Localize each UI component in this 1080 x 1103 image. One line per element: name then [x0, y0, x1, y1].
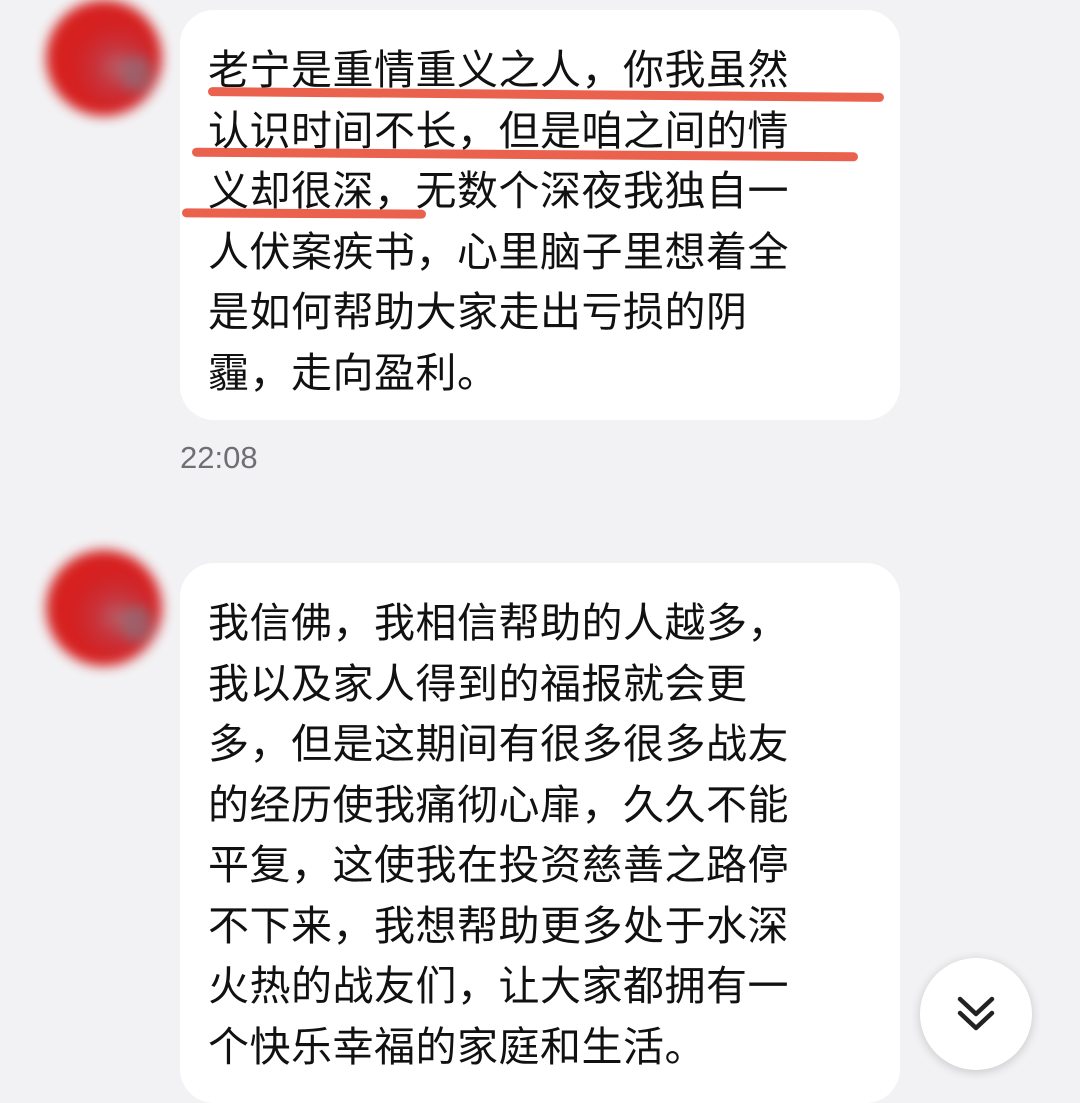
- message-bubble[interactable]: 老宁是重情重义之人，你我虽然 认识时间不长，但是咱之间的情 义却很深，无数个深夜…: [180, 10, 900, 420]
- message-text: 老宁是重情重义之人，你我虽然 认识时间不长，但是咱之间的情 义却很深，无数个深夜…: [208, 46, 789, 397]
- message-timestamp: 22:08: [180, 440, 258, 475]
- sender-avatar[interactable]: [46, 0, 162, 116]
- message-text: 我信佛，我相信帮助的人越多， 我以及家人得到的福报就会更 多，但是这期间有很多很…: [208, 599, 789, 1071]
- scroll-to-bottom-button[interactable]: [920, 958, 1032, 1070]
- double-chevron-down-icon: [957, 996, 995, 1031]
- message-bubble[interactable]: 我信佛，我相信帮助的人越多， 我以及家人得到的福报就会更 多，但是这期间有很多很…: [180, 563, 900, 1103]
- sender-avatar[interactable]: [46, 550, 162, 666]
